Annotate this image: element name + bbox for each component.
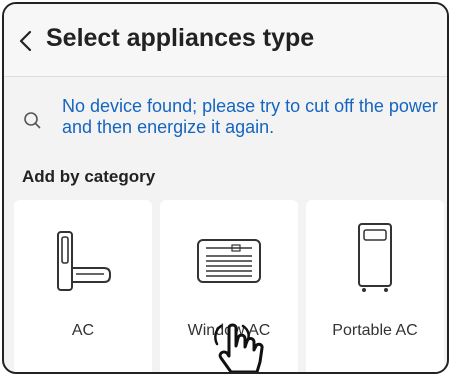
portable-ac-icon bbox=[358, 223, 392, 292]
page-title: Select appliances type bbox=[46, 24, 315, 52]
header-bar: Select appliances type bbox=[4, 4, 447, 77]
category-label: Portable AC bbox=[332, 322, 418, 339]
app-screen: Select appliances type No device found; … bbox=[2, 2, 449, 374]
category-label: AC bbox=[71, 322, 95, 339]
split-ac-icon bbox=[57, 231, 111, 291]
section-heading: Add by category bbox=[22, 167, 156, 186]
tap-hand-icon bbox=[214, 323, 264, 372]
window-ac-icon bbox=[197, 239, 261, 283]
category-card-portable-ac[interactable]: Portable AC bbox=[306, 200, 444, 372]
search-icon bbox=[24, 112, 41, 129]
chevron-left-icon[interactable] bbox=[18, 30, 34, 52]
notice-text: No device found; please try to cut off t… bbox=[62, 96, 438, 137]
category-card-ac[interactable]: AC bbox=[14, 200, 152, 372]
